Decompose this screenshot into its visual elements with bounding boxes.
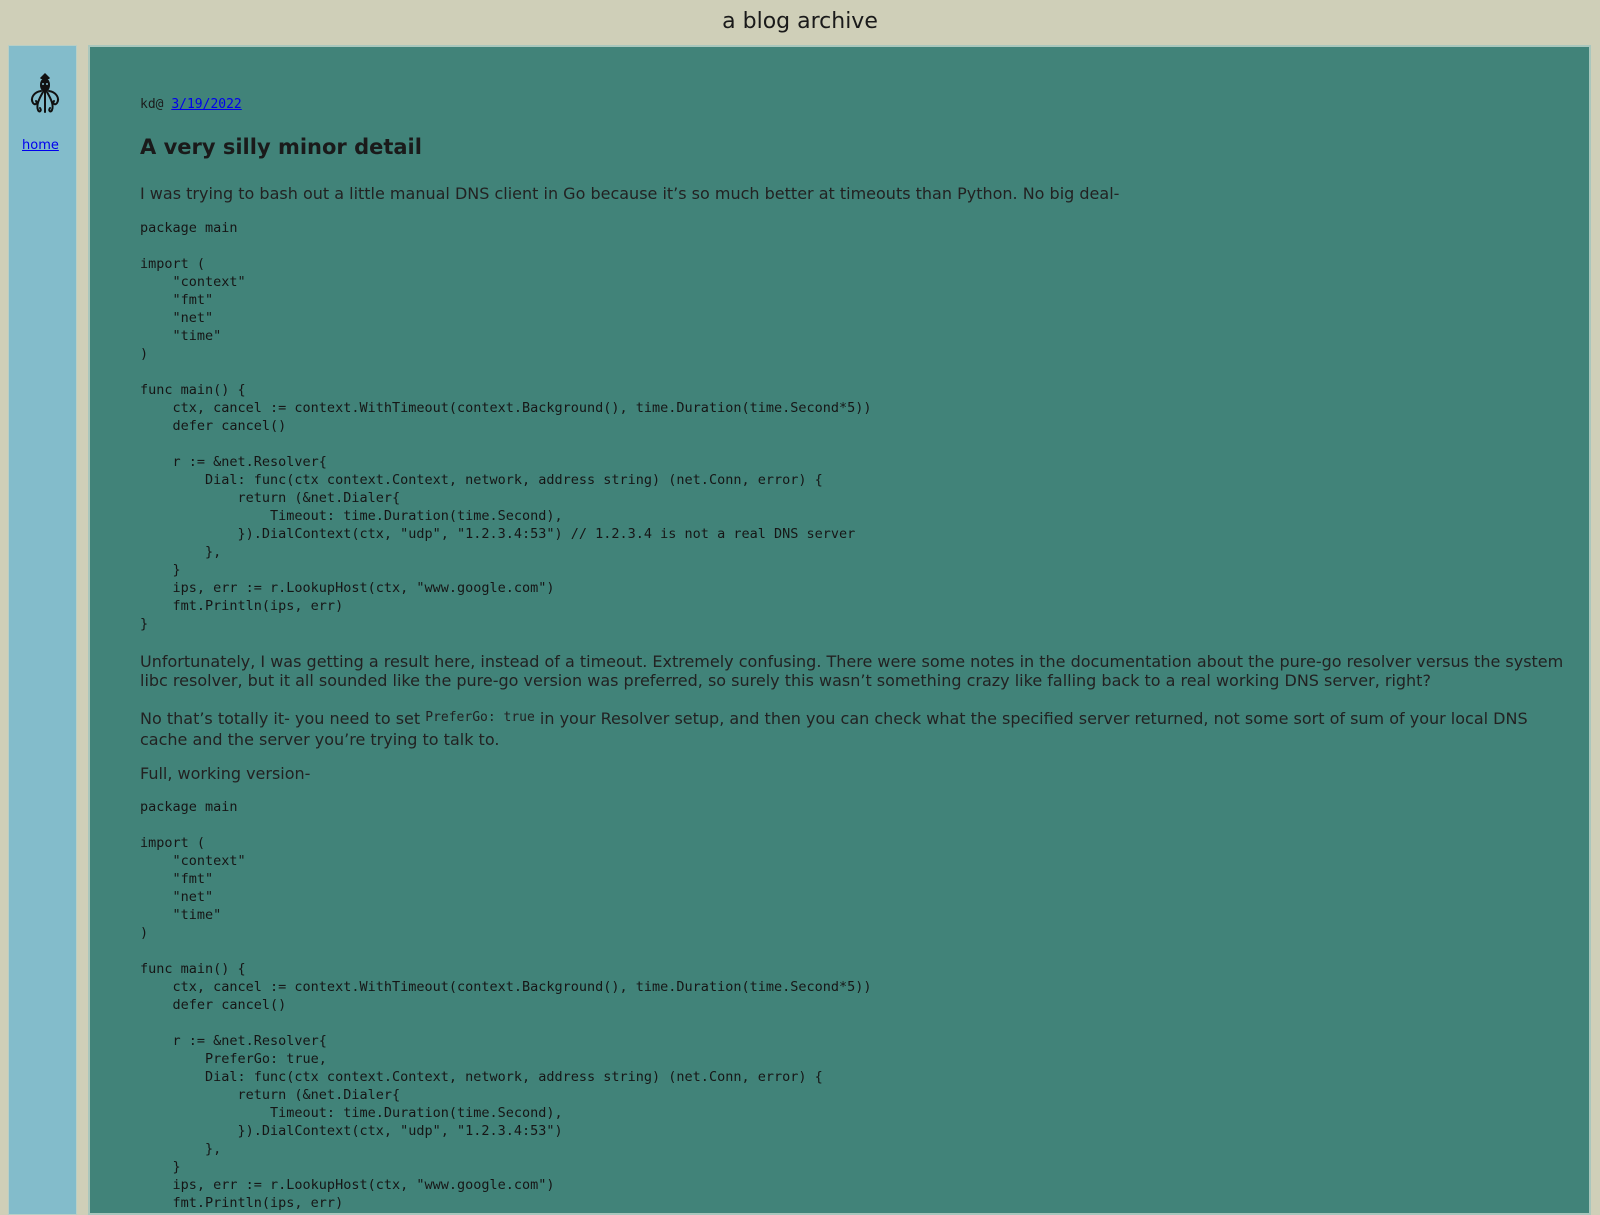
code-block-2: package main import ( "context" "fmt" "n… (140, 799, 872, 1211)
code-block-1: package main import ( "context" "fmt" "n… (140, 220, 872, 632)
post-paragraph-3: No that’s totally it- you need to set Pr… (140, 709, 1575, 749)
post-title: A very silly minor detail (140, 135, 422, 159)
sidebar: home (8, 45, 77, 1215)
para3-text-before: No that’s totally it- you need to set (140, 709, 426, 728)
main-content: kd@ 3/19/2022 A very silly minor detail … (88, 45, 1591, 1215)
home-link[interactable]: home (22, 138, 59, 153)
post-author: kd@ (140, 97, 164, 112)
inline-code: PreferGo: true (425, 710, 535, 725)
squid-icon (31, 73, 59, 113)
post-paragraph-2: Unfortunately, I was getting a result he… (140, 652, 1564, 690)
site-title: a blog archive (722, 9, 878, 34)
post-intro: I was trying to bash out a little manual… (140, 184, 1120, 203)
post-paragraph-4: Full, working version- (140, 764, 311, 783)
post-meta: kd@ 3/19/2022 (140, 97, 242, 112)
post-date-link[interactable]: 3/19/2022 (171, 97, 241, 112)
